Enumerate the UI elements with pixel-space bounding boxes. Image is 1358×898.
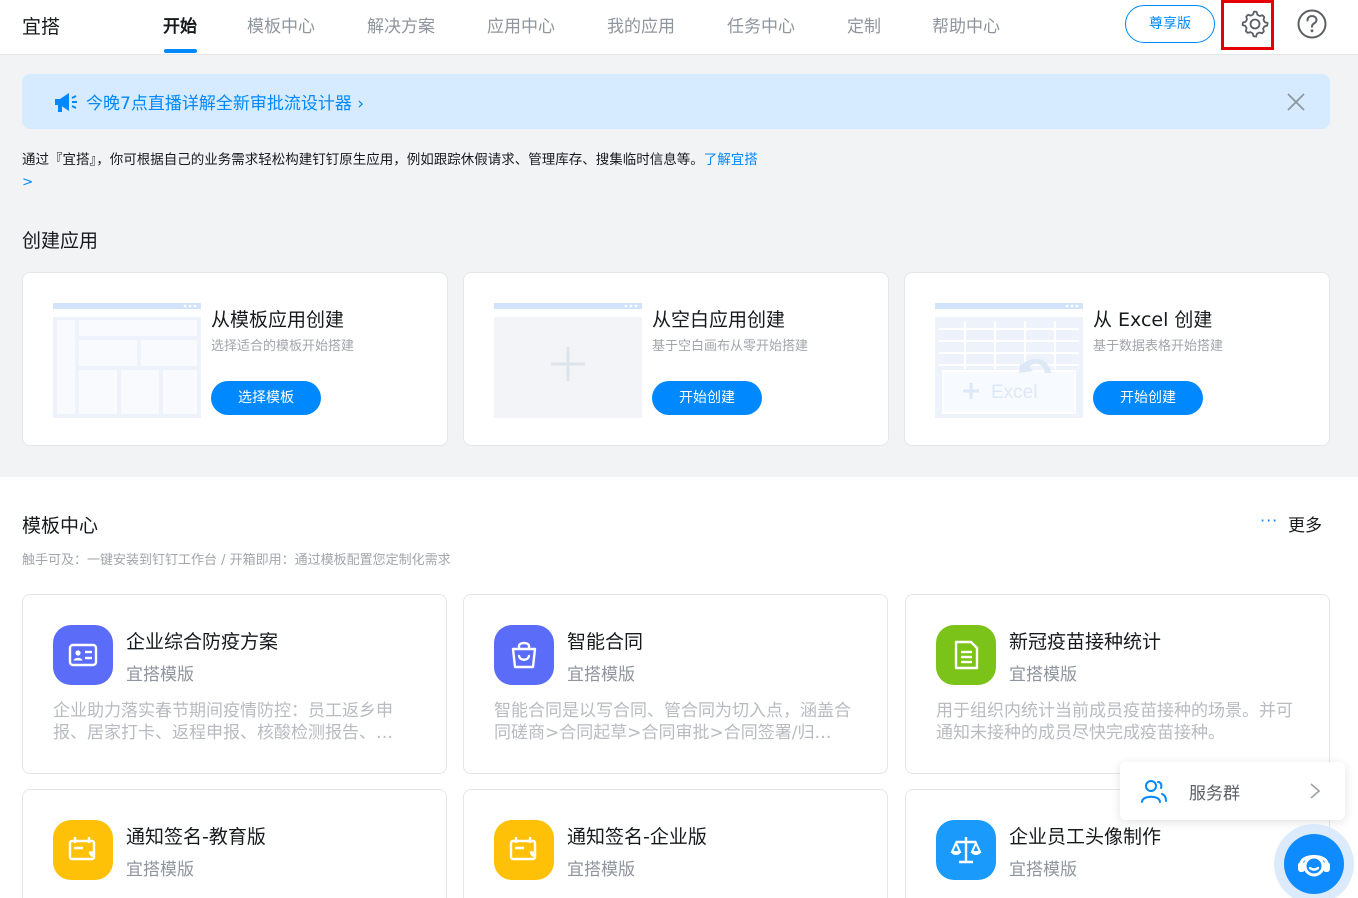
megaphone-icon: [55, 93, 77, 112]
nav-tab-template-center[interactable]: 模板中心: [247, 12, 315, 37]
card-title: 从模板应用创建: [211, 309, 345, 331]
nav-tab-help-center[interactable]: 帮助中心: [932, 12, 1000, 37]
vip-edition-button[interactable]: 尊享版: [1125, 5, 1215, 43]
template-center-subtitle: 触手可及：一键安装到钉钉工作台 / 开箱即用：通过模板配置您定制化需求: [22, 553, 451, 568]
close-icon[interactable]: [1286, 92, 1306, 112]
blank-canvas-thumbnail: [494, 303, 642, 418]
template-title: 通知签名-教育版: [126, 826, 266, 848]
nav-tab-start[interactable]: 开始: [163, 12, 197, 37]
scale-icon: [936, 820, 996, 880]
announcement-banner[interactable]: 今晚7点直播详解全新审批流设计器 ›: [22, 74, 1330, 129]
id-card-icon: [53, 625, 113, 685]
choose-template-button[interactable]: 选择模板: [211, 381, 321, 415]
template-title: 智能合同: [567, 631, 644, 653]
chevron-right-icon: [1310, 783, 1321, 799]
bag-icon: [494, 625, 554, 685]
template-description: 用于组织内统计当前成员疫苗接种的场景。并可通知未接种的成员尽快完成疫苗接种。: [936, 701, 1293, 743]
template-title: 企业综合防疫方案: [126, 631, 279, 653]
intro-paragraph: 通过『宜搭』，你可根据自己的业务需求轻松构建钉钉原生应用，例如跟踪休假请求、管理…: [22, 149, 762, 193]
template-description: 智能合同是以写合同、管合同为切入点，涵盖合同磋商>合同起草>合同审批>合同签署/…: [494, 701, 851, 743]
document-icon: [936, 625, 996, 685]
ticket-heart-icon: [494, 820, 554, 880]
card-title: 从空白应用创建: [652, 309, 786, 331]
excel-thumbnail-label: Excel: [991, 382, 1037, 403]
nav-tab-solutions[interactable]: 解决方案: [367, 12, 435, 37]
create-from-excel-card[interactable]: Excel 从 Excel 创建 基于数据表格开始搭建 开始创建: [904, 272, 1330, 446]
create-from-template-card[interactable]: 从模板应用创建 选择适合的模板开始搭建 选择模板: [22, 272, 448, 446]
template-card[interactable]: 企业综合防疫方案 宜搭模版 企业助力落实春节期间疫情防控：员工返乡申报、居家打卡…: [22, 594, 447, 774]
template-tag: 宜搭模版: [126, 665, 194, 685]
template-title: 通知签名-企业版: [567, 826, 707, 848]
template-tag: 宜搭模版: [567, 860, 635, 880]
template-card[interactable]: 通知签名-企业版 宜搭模版: [463, 789, 888, 898]
settings-highlight-box: [1221, 0, 1274, 50]
more-dots-icon[interactable]: ···: [1260, 511, 1278, 530]
template-title: 新冠疫苗接种统计: [1009, 631, 1162, 653]
template-center-title: 模板中心: [22, 515, 99, 537]
template-card[interactable]: 通知签名-教育版 宜搭模版: [22, 789, 447, 898]
create-app-title: 创建应用: [22, 230, 99, 252]
template-tag: 宜搭模版: [567, 665, 635, 685]
template-layout-thumbnail: [53, 303, 201, 418]
template-tag: 宜搭模版: [1009, 860, 1077, 880]
start-create-blank-button[interactable]: 开始创建: [652, 381, 762, 415]
template-tag: 宜搭模版: [126, 860, 194, 880]
banner-text[interactable]: 今晚7点直播详解全新审批流设计器 ›: [86, 89, 364, 114]
create-blank-app-card[interactable]: 从空白应用创建 基于空白画布从零开始搭建 开始创建: [463, 272, 889, 446]
start-create-excel-button[interactable]: 开始创建: [1093, 381, 1203, 415]
service-group-label[interactable]: 服务群: [1189, 779, 1240, 804]
service-group-panel[interactable]: 服务群: [1120, 762, 1345, 820]
template-description: 企业助力落实春节期间疫情防控：员工返乡申报、居家打卡、返程申报、核酸检测报告、…: [53, 701, 393, 743]
customer-service-button[interactable]: [1274, 824, 1354, 898]
template-title: 企业员工头像制作: [1009, 826, 1162, 848]
excel-import-thumbnail: Excel: [935, 303, 1083, 418]
top-navigation-bar: 宜搭 开始 模板中心 解决方案 应用中心 我的应用 任务中心 定制 帮助中心 尊…: [0, 0, 1358, 55]
nav-tab-custom[interactable]: 定制: [847, 12, 881, 37]
more-link[interactable]: 更多: [1288, 511, 1322, 536]
people-icon: [1141, 780, 1167, 803]
app-logo[interactable]: 宜搭: [22, 12, 60, 39]
card-title: 从 Excel 创建: [1093, 309, 1213, 331]
template-card[interactable]: 智能合同 宜搭模版 智能合同是以写合同、管合同为切入点，涵盖合同磋商>合同起草>…: [463, 594, 888, 774]
nav-tab-task-center[interactable]: 任务中心: [727, 12, 795, 37]
card-description: 基于空白画布从零开始搭建: [652, 339, 809, 354]
card-description: 选择适合的模板开始搭建: [211, 339, 355, 354]
intro-text: 通过『宜搭』，你可根据自己的业务需求轻松构建钉钉原生应用，例如跟踪休假请求、管理…: [22, 152, 704, 168]
card-description: 基于数据表格开始搭建: [1093, 339, 1224, 354]
question-icon[interactable]: [1296, 8, 1328, 40]
template-tag: 宜搭模版: [1009, 665, 1077, 685]
active-tab-indicator: [164, 49, 197, 53]
template-card[interactable]: 新冠疫苗接种统计 宜搭模版 用于组织内统计当前成员疫苗接种的场景。并可通知未接种…: [905, 594, 1330, 774]
nav-tab-app-center[interactable]: 应用中心: [487, 12, 555, 37]
ticket-heart-icon: [53, 820, 113, 880]
nav-tab-my-apps[interactable]: 我的应用: [607, 12, 675, 37]
customer-service-icon: [1284, 834, 1344, 894]
